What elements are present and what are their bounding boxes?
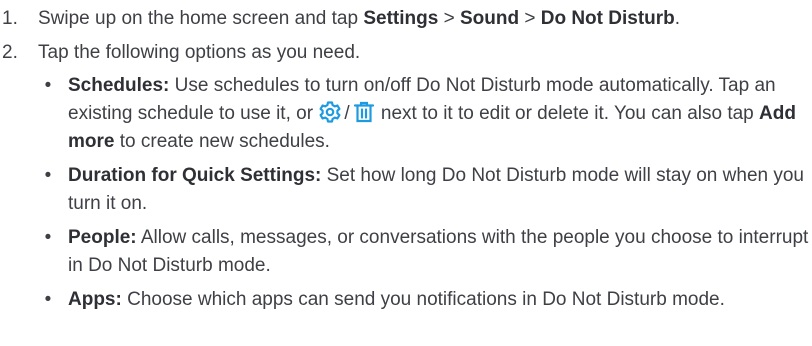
option-label: Duration for Quick Settings:: [68, 165, 322, 186]
option-label: People:: [68, 227, 137, 248]
option-label: Apps:: [68, 289, 122, 310]
bullet: •: [44, 227, 52, 248]
step-2: 2. Tap the following options as you need…: [0, 38, 812, 68]
option-text: Choose which apps can send you notificat…: [121, 289, 725, 310]
step-number: 2.: [2, 42, 18, 63]
step-text: Swipe up on the home screen and tap: [38, 8, 364, 29]
option-text: Allow calls, messages, or conversations …: [68, 227, 809, 276]
step-number: 1.: [2, 8, 18, 29]
list-item-people: • People: Allow calls, messages, or conv…: [0, 224, 812, 280]
path-separator: >: [519, 8, 541, 29]
options-list: • Schedules: Use schedules to turn on/of…: [0, 72, 812, 314]
step-end: .: [674, 8, 681, 29]
instructions-document: 1. Swipe up on the home screen and tap S…: [0, 0, 812, 346]
path-separator: >: [438, 8, 460, 29]
step-text: Tap the following options as you need.: [38, 42, 361, 63]
list-item-schedules: • Schedules: Use schedules to turn on/of…: [0, 72, 812, 156]
do-not-disturb-label: Do Not Disturb: [540, 8, 675, 29]
sound-label: Sound: [459, 8, 520, 29]
option-text: next to it to edit or delete it. You can…: [375, 103, 760, 124]
bullet: •: [44, 75, 52, 96]
step-1: 1. Swipe up on the home screen and tap S…: [0, 4, 812, 34]
gear-icon: [318, 100, 342, 124]
bullet: •: [44, 165, 52, 186]
list-item-apps: • Apps: Choose which apps can send you n…: [0, 286, 812, 314]
trash-icon: [352, 100, 376, 124]
settings-label: Settings: [363, 8, 439, 29]
icon-separator: /: [344, 103, 350, 124]
list-item-duration: • Duration for Quick Settings: Set how l…: [0, 162, 812, 218]
option-text: to create new schedules.: [114, 131, 330, 152]
option-label: Schedules:: [68, 75, 170, 96]
bullet: •: [44, 289, 52, 310]
